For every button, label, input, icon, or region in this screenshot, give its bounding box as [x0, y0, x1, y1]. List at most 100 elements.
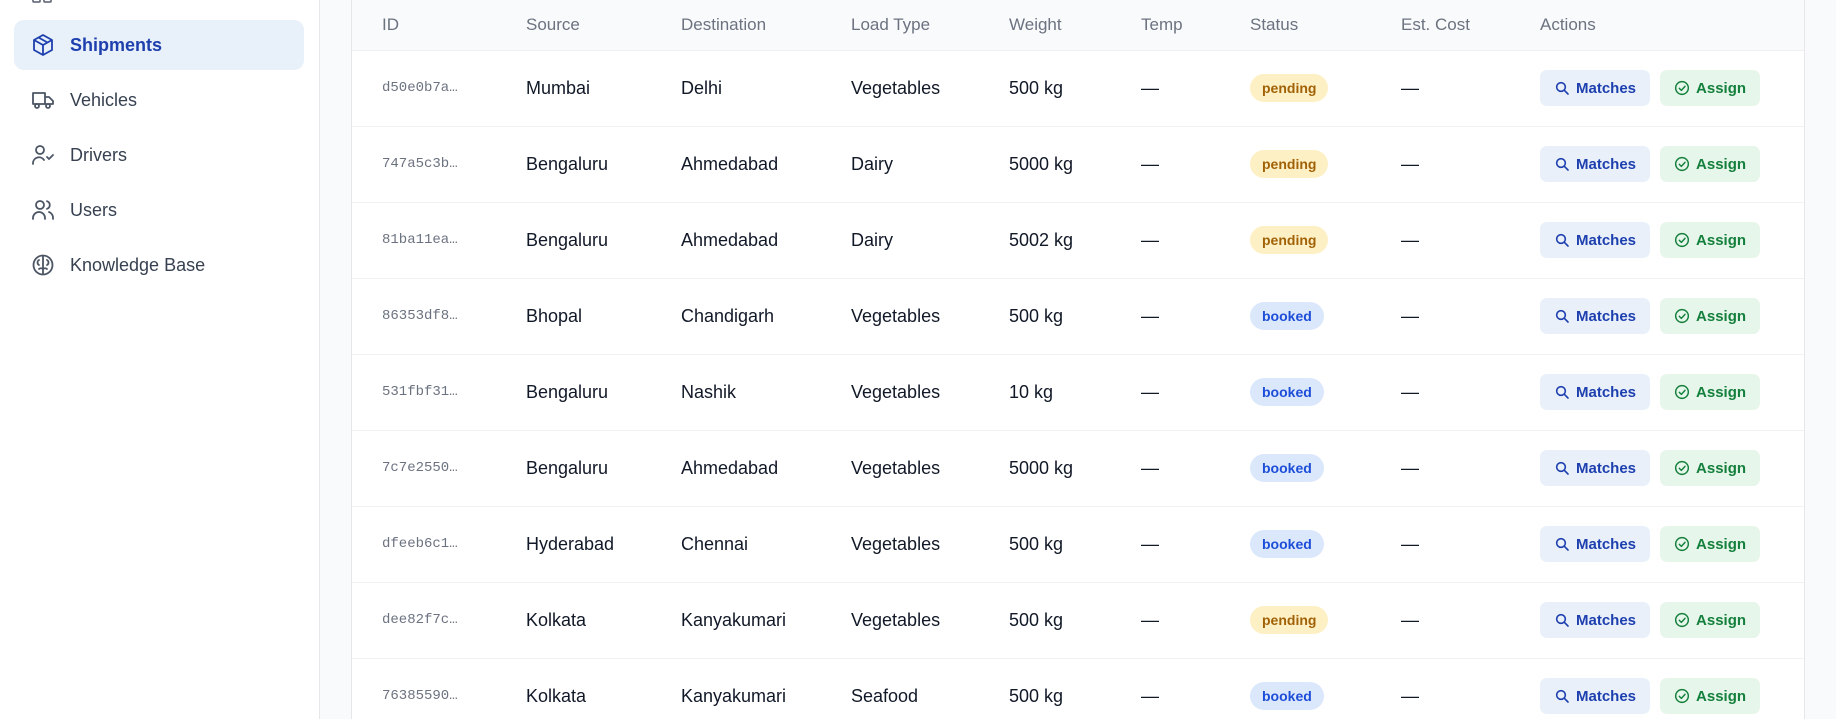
assign-button-label: Assign — [1696, 155, 1747, 173]
shipment-id: 81ba11ea… — [382, 232, 458, 248]
source-cell: Hyderabad — [526, 533, 615, 554]
load-type-cell: Vegetables — [851, 305, 941, 326]
assign-button[interactable]: Assign — [1660, 298, 1761, 334]
load-type-cell: Dairy — [851, 153, 894, 174]
table-row[interactable]: d50e0b7a… Mumbai Delhi Vegetables 500 kg — pen… — [352, 50, 1804, 126]
assign-button[interactable]: Assign — [1660, 70, 1761, 106]
table-body: d50e0b7a… Mumbai Delhi Vegetables 500 kg — pen… — [352, 50, 1804, 719]
matches-button-label: Matches — [1576, 611, 1637, 629]
temp-cell: — — [1141, 381, 1159, 402]
assign-button[interactable]: Assign — [1660, 678, 1761, 714]
assign-button[interactable]: Assign — [1660, 450, 1761, 486]
assign-button[interactable]: Assign — [1660, 602, 1761, 638]
shipments-table-panel: ID Source Destination Load Type Weight T… — [351, 0, 1805, 719]
actions-cell: Matches Assign — [1510, 658, 1804, 719]
column-header-weight[interactable]: Weight — [979, 0, 1111, 50]
weight-cell: 10 kg — [1009, 381, 1054, 402]
column-header-destination[interactable]: Destination — [651, 0, 821, 50]
assign-button-label: Assign — [1696, 307, 1747, 325]
status-badge: booked — [1250, 302, 1324, 330]
assign-button[interactable]: Assign — [1660, 374, 1761, 410]
est-cost-cell: — — [1401, 457, 1419, 478]
table-row[interactable]: dee82f7c… Kolkata Kanyakumari Vegetables 500… — [352, 582, 1804, 658]
source-cell: Bengaluru — [526, 381, 609, 402]
status-badge: booked — [1250, 530, 1324, 558]
column-header-id[interactable]: ID — [352, 0, 496, 50]
column-header-load-type[interactable]: Load Type — [821, 0, 979, 50]
est-cost-cell: — — [1401, 305, 1419, 326]
sidebar-item-drivers[interactable]: Drivers — [14, 130, 304, 180]
sidebar-item-shipments[interactable]: Shipments — [14, 20, 304, 70]
temp-cell: — — [1141, 305, 1159, 326]
column-header-source[interactable]: Source — [496, 0, 651, 50]
table-row[interactable]: 747a5c3b… Bengaluru Ahmedabad Dairy 5000 kg —… — [352, 126, 1804, 202]
matches-button[interactable]: Matches — [1540, 526, 1651, 562]
actions-cell: Matches Assign — [1510, 354, 1804, 430]
table-row[interactable]: dfeeb6c1… Hyderabad Chennai Vegetables 500 k… — [352, 506, 1804, 582]
column-header-actions: Actions — [1540, 14, 1596, 34]
matches-button[interactable]: Matches — [1540, 222, 1651, 258]
search-icon — [1555, 537, 1569, 551]
est-cost-cell: — — [1401, 229, 1419, 250]
table-header-row: ID Source Destination Load Type Weight T… — [352, 0, 1804, 50]
actions-cell: Matches Assign — [1510, 506, 1804, 582]
sidebar-item-label: Knowledge Base — [70, 254, 206, 275]
matches-button[interactable]: Matches — [1540, 374, 1651, 410]
shipment-id: 531fbf31… — [382, 384, 458, 400]
matches-button[interactable]: Matches — [1540, 70, 1651, 106]
matches-button[interactable]: Matches — [1540, 146, 1651, 182]
shipment-id: 747a5c3b… — [382, 156, 458, 172]
matches-button[interactable]: Matches — [1540, 298, 1651, 334]
table-row[interactable]: 86353df8… Bhopal Chandigarh Vegetables 500 k… — [352, 278, 1804, 354]
destination-cell: Chandigarh — [681, 305, 775, 326]
check-circle-icon — [1674, 612, 1690, 628]
sidebar-item-knowledge-base[interactable]: Knowledge Base — [14, 240, 304, 290]
actions-cell: Matches Assign — [1510, 582, 1804, 658]
est-cost-cell: — — [1401, 381, 1419, 402]
assign-button[interactable]: Assign — [1660, 146, 1761, 182]
temp-cell: — — [1141, 609, 1159, 630]
column-header-temp[interactable]: Temp — [1111, 0, 1220, 50]
matches-button[interactable]: Matches — [1540, 602, 1651, 638]
column-header-status[interactable]: Status — [1220, 0, 1371, 50]
status-badge: booked — [1250, 454, 1324, 482]
status-cell: booked — [1220, 278, 1371, 354]
status-badge: pending — [1250, 606, 1329, 634]
status-badge: pending — [1250, 226, 1329, 254]
sidebar-item-vehicles[interactable]: Vehicles — [14, 75, 304, 125]
source-cell: Mumbai — [526, 77, 591, 98]
load-type-cell: Vegetables — [851, 533, 941, 554]
assign-button[interactable]: Assign — [1660, 526, 1761, 562]
check-circle-icon — [1674, 232, 1690, 248]
check-circle-icon — [1674, 688, 1690, 704]
sidebar-item-users[interactable]: Users — [14, 185, 304, 235]
load-type-cell: Vegetables — [851, 457, 941, 478]
status-badge: booked — [1250, 682, 1324, 710]
matches-button[interactable]: Matches — [1540, 678, 1651, 714]
column-header-est-cost[interactable]: Est. Cost — [1371, 0, 1510, 50]
search-icon — [1555, 461, 1569, 475]
search-icon — [1555, 689, 1569, 703]
truck-icon — [30, 87, 56, 113]
table-row[interactable]: 81ba11ea… Bengaluru Ahmedabad Dairy 5002 kg —… — [352, 202, 1804, 278]
table-row[interactable]: 531fbf31… Bengaluru Nashik Vegetables 10 kg —… — [352, 354, 1804, 430]
search-icon — [1555, 309, 1569, 323]
status-cell: booked — [1220, 354, 1371, 430]
assign-button-label: Assign — [1696, 79, 1747, 97]
temp-cell: — — [1141, 153, 1159, 174]
matches-button-label: Matches — [1576, 383, 1637, 401]
table-row[interactable]: 76385590… Kolkata Kanyakumari Seafood 500 kg… — [352, 658, 1804, 719]
app: Shipments Vehicles Drivers Users Knowledge B… — [0, 0, 1836, 719]
weight-cell: 5000 kg — [1009, 457, 1074, 478]
status-cell: booked — [1220, 430, 1371, 506]
source-cell: Bengaluru — [526, 457, 609, 478]
table-row[interactable]: 7c7e2550… Bengaluru Ahmedabad Vegetables 500… — [352, 430, 1804, 506]
matches-button-label: Matches — [1576, 535, 1637, 553]
weight-cell: 500 kg — [1009, 609, 1064, 630]
status-cell: pending — [1220, 126, 1371, 202]
assign-button[interactable]: Assign — [1660, 222, 1761, 258]
matches-button[interactable]: Matches — [1540, 450, 1651, 486]
weight-cell: 500 kg — [1009, 305, 1064, 326]
check-circle-icon — [1674, 460, 1690, 476]
search-icon — [1555, 233, 1569, 247]
